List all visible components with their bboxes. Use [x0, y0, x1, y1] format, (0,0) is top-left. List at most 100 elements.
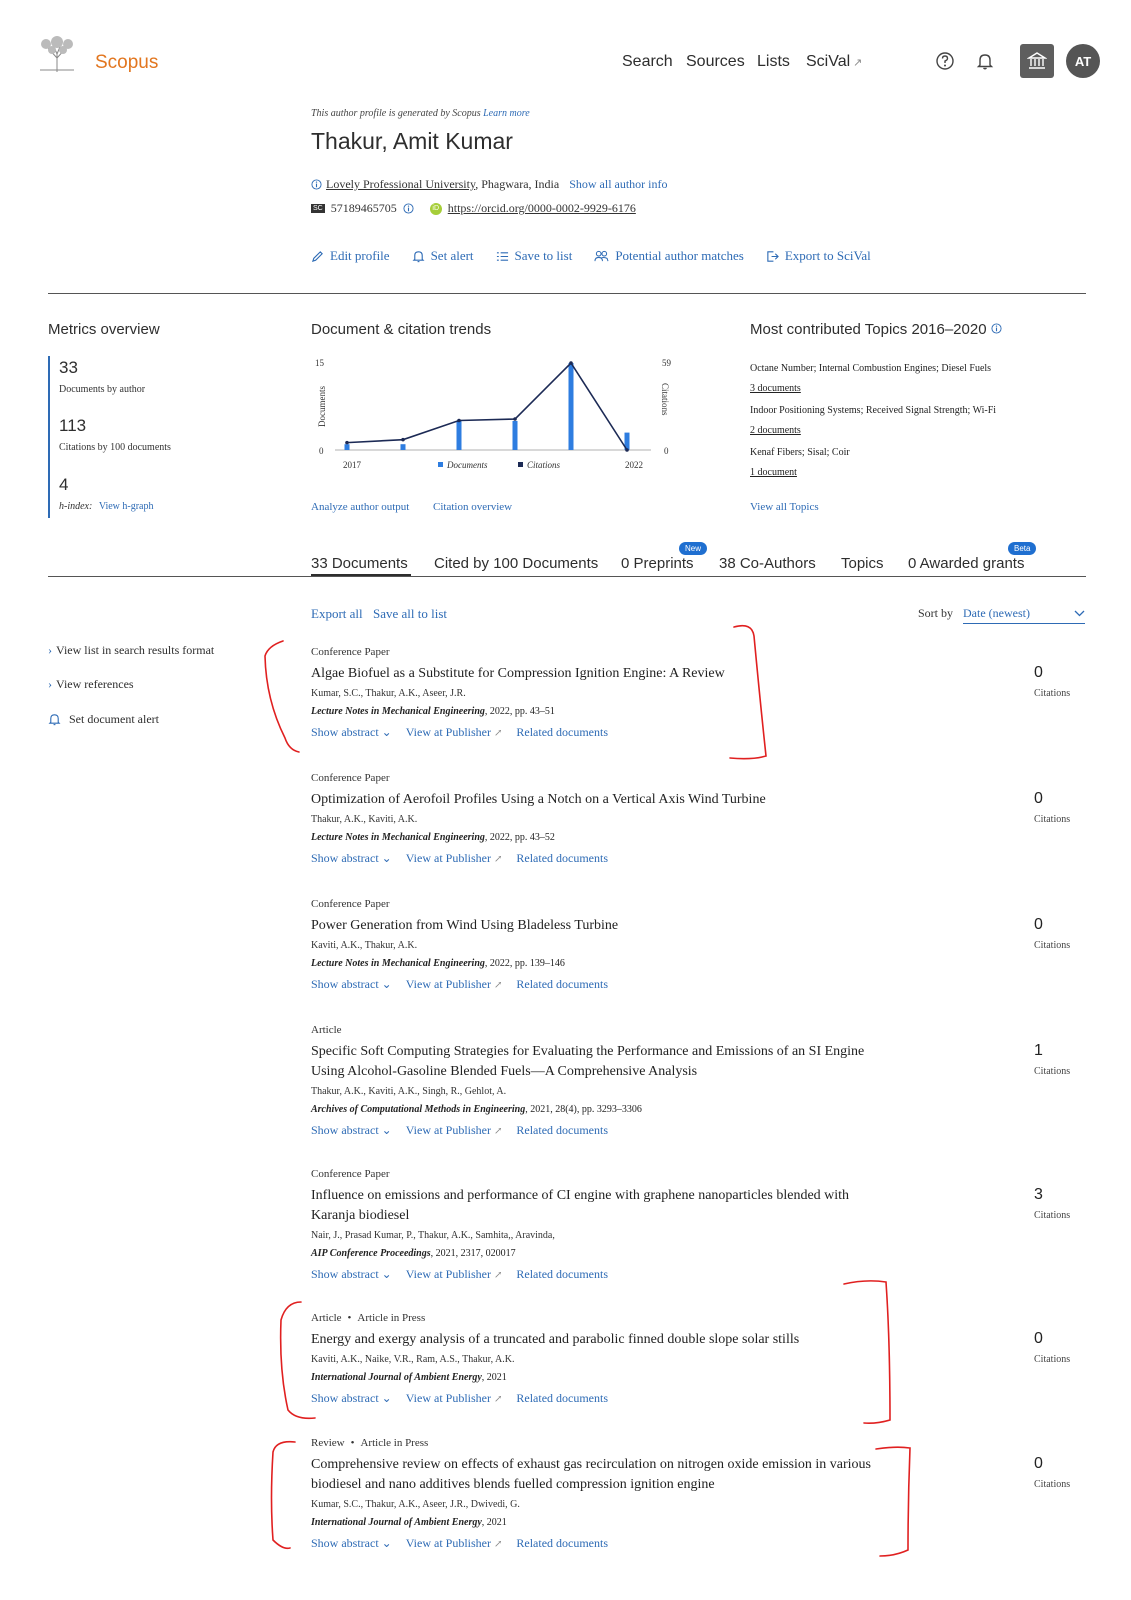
- show-abstract-button[interactable]: Show abstract ⌄: [311, 977, 392, 992]
- sort-by-select[interactable]: Date (newest): [963, 604, 1085, 624]
- related-documents-link[interactable]: Related documents: [516, 725, 608, 740]
- citation-overview-link[interactable]: Citation overview: [433, 501, 512, 513]
- view-at-publisher-link[interactable]: View at Publisher ↗: [406, 1536, 503, 1551]
- topic-documents-link[interactable]: 3 documents: [750, 383, 801, 394]
- learn-more-link[interactable]: Learn more: [483, 108, 530, 119]
- documents-bar-2018[interactable]: [400, 444, 406, 450]
- view-references-link[interactable]: › View references: [48, 677, 134, 692]
- analyze-author-output-link[interactable]: Analyze author output: [311, 501, 409, 513]
- help-icon[interactable]: [935, 51, 955, 71]
- nav-scival[interactable]: SciVal ↗: [806, 53, 862, 71]
- document-title[interactable]: Comprehensive review on effects of exhau…: [311, 1455, 871, 1495]
- save-to-list-label: Save to list: [514, 248, 573, 263]
- citations-point-2017[interactable]: [345, 440, 349, 445]
- view-h-graph-link[interactable]: View h-graph: [99, 501, 154, 512]
- related-documents-link[interactable]: Related documents: [516, 1267, 608, 1282]
- tab-preprints[interactable]: 0 Preprints: [621, 555, 694, 572]
- view-at-publisher-link[interactable]: View at Publisher ↗: [406, 1267, 503, 1282]
- view-at-publisher-link[interactable]: View at Publisher ↗: [406, 725, 503, 740]
- nav-sources[interactable]: Sources: [686, 53, 745, 71]
- show-abstract-button[interactable]: Show abstract ⌄: [311, 851, 392, 866]
- documents-count-label: Documents by author: [59, 384, 146, 395]
- citation-count[interactable]: 1: [1034, 1042, 1043, 1060]
- citations-point-2022[interactable]: [625, 448, 629, 452]
- tab-topics[interactable]: Topics: [841, 555, 884, 572]
- topic-documents-link[interactable]: 1 document: [750, 467, 797, 478]
- nav-search[interactable]: Search: [622, 53, 673, 71]
- tab-awarded-grants[interactable]: 0 Awarded grants: [908, 555, 1024, 572]
- tab-documents[interactable]: 33 Documents: [311, 555, 408, 572]
- document-title[interactable]: Algae Biofuel as a Substitute for Compre…: [311, 664, 871, 684]
- view-at-publisher-label: View at Publisher: [405, 1123, 491, 1137]
- metrics-overview-title: Metrics overview: [48, 321, 160, 338]
- edit-profile-button[interactable]: Edit profile: [311, 248, 390, 264]
- set-document-alert-link[interactable]: Set document alert: [48, 712, 159, 727]
- view-at-publisher-link[interactable]: View at Publisher ↗: [406, 851, 503, 866]
- external-link-icon: ↗: [493, 1126, 503, 1137]
- documents-count: 33: [59, 358, 78, 377]
- view-at-publisher-link[interactable]: View at Publisher ↗: [406, 1391, 503, 1406]
- export-to-scival-button[interactable]: Export to SciVal: [766, 248, 871, 264]
- document-title[interactable]: Power Generation from Wind Using Bladele…: [311, 916, 871, 936]
- save-to-list-button[interactable]: Save to list: [496, 248, 573, 264]
- documents-bars: [344, 363, 630, 450]
- tab-cited-by[interactable]: Cited by 100 Documents: [434, 555, 598, 572]
- view-at-publisher-link[interactable]: View at Publisher ↗: [406, 977, 503, 992]
- documents-bar-2017[interactable]: [344, 444, 350, 450]
- document-title[interactable]: Optimization of Aerofoil Profiles Using …: [311, 790, 871, 810]
- show-all-author-info-link[interactable]: Show all author info: [569, 177, 667, 192]
- citations-point-2021[interactable]: [569, 361, 573, 365]
- topic-documents-link[interactable]: 2 documents: [750, 425, 801, 436]
- user-avatar[interactable]: AT: [1066, 44, 1100, 78]
- citations-point-2019[interactable]: [457, 418, 461, 423]
- citation-count[interactable]: 0: [1034, 664, 1043, 682]
- related-documents-link[interactable]: Related documents: [516, 1391, 608, 1406]
- related-documents-link[interactable]: Related documents: [516, 1536, 608, 1551]
- document-title[interactable]: Specific Soft Computing Strategies for E…: [311, 1042, 871, 1082]
- show-abstract-button[interactable]: Show abstract ⌄: [311, 1267, 392, 1282]
- affiliation-name[interactable]: Lovely Professional University: [326, 177, 475, 191]
- view-all-topics-link[interactable]: View all Topics: [750, 501, 819, 513]
- documents-bar-2019[interactable]: [456, 421, 462, 450]
- citations-point-2020[interactable]: [513, 417, 517, 421]
- related-documents-link[interactable]: Related documents: [516, 851, 608, 866]
- document-title[interactable]: Influence on emissions and performance o…: [311, 1186, 871, 1226]
- nav-lists[interactable]: Lists: [757, 53, 790, 71]
- view-search-results-format-link[interactable]: › View list in search results format: [48, 643, 214, 658]
- orcid-link[interactable]: https://orcid.org/0000-0002-9929-6176: [448, 201, 636, 216]
- show-abstract-button[interactable]: Show abstract ⌄: [311, 1391, 392, 1406]
- tab-co-authors[interactable]: 38 Co-Authors: [719, 555, 816, 572]
- documents-bar-2020[interactable]: [512, 421, 518, 450]
- edit-profile-label: Edit profile: [330, 248, 390, 263]
- related-documents-link[interactable]: Related documents: [516, 1123, 608, 1138]
- info-icon[interactable]: [403, 203, 414, 214]
- scopus-brand[interactable]: Scopus: [95, 52, 158, 74]
- document-citation-trend-chart[interactable]: 15 0 59 0 Documents Citations 2017 2022 …: [311, 355, 681, 480]
- institution-button[interactable]: [1020, 44, 1054, 78]
- citation-count[interactable]: 0: [1034, 916, 1043, 934]
- save-all-to-list-link[interactable]: Save all to list: [373, 606, 447, 622]
- document-authors: Kumar, S.C., Thakur, A.K., Aseer, J.R.: [311, 688, 466, 699]
- elsevier-tree-logo-icon[interactable]: [34, 36, 80, 74]
- potential-author-matches-button[interactable]: Potential author matches: [594, 248, 744, 264]
- show-abstract-button[interactable]: Show abstract ⌄: [311, 725, 392, 740]
- citation-count[interactable]: 0: [1034, 790, 1043, 808]
- show-abstract-button[interactable]: Show abstract ⌄: [311, 1536, 392, 1551]
- citation-count[interactable]: 0: [1034, 1455, 1043, 1473]
- document-type: Conference Paper: [311, 772, 390, 784]
- related-documents-link[interactable]: Related documents: [516, 977, 608, 992]
- most-contributed-topics-title: Most contributed Topics 2016–2020: [750, 321, 1002, 338]
- set-alert-button[interactable]: Set alert: [412, 248, 474, 264]
- documents-bar-2021[interactable]: [568, 363, 574, 450]
- view-at-publisher-link[interactable]: View at Publisher ↗: [406, 1123, 503, 1138]
- citations-point-2018[interactable]: [401, 437, 405, 442]
- scopus-id-icon: SC: [311, 204, 325, 213]
- citation-count[interactable]: 3: [1034, 1186, 1043, 1204]
- bell-icon[interactable]: [975, 51, 995, 71]
- legend-documents-swatch: [438, 462, 443, 467]
- export-all-link[interactable]: Export all: [311, 606, 363, 622]
- show-abstract-button[interactable]: Show abstract ⌄: [311, 1123, 392, 1138]
- citation-count[interactable]: 0: [1034, 1330, 1043, 1348]
- info-icon[interactable]: [991, 323, 1002, 334]
- document-title[interactable]: Energy and exergy analysis of a truncate…: [311, 1330, 871, 1350]
